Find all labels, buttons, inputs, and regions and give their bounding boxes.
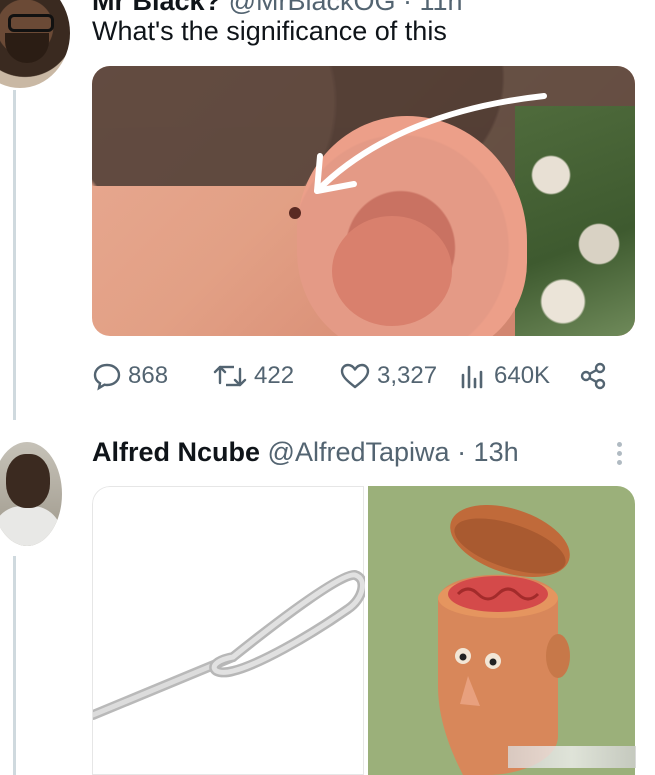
beard-shape bbox=[5, 33, 49, 63]
thread-line bbox=[13, 90, 16, 420]
views-button[interactable]: 640K bbox=[458, 358, 550, 394]
share-button[interactable] bbox=[578, 358, 608, 394]
avatar-alfred-ncube[interactable] bbox=[0, 442, 62, 546]
views-count: 640K bbox=[494, 362, 551, 389]
sim-ejector-pin-icon bbox=[92, 569, 368, 720]
reply-button[interactable]: 868 bbox=[92, 358, 168, 394]
repost-button[interactable]: 422 bbox=[212, 358, 294, 394]
repost-icon bbox=[213, 365, 247, 387]
brain-cartoon-icon bbox=[438, 505, 570, 775]
speech-bubble-icon bbox=[93, 363, 121, 391]
reply-count: 868 bbox=[128, 362, 169, 389]
heart-icon bbox=[340, 363, 370, 389]
tweet2-time[interactable]: · 13h bbox=[457, 437, 519, 467]
tweet1-media-ear-photo[interactable] bbox=[92, 66, 635, 336]
white-arrow-icon bbox=[314, 93, 547, 194]
thread-line-lower bbox=[13, 556, 16, 775]
sim-ejector-pin-image[interactable] bbox=[92, 486, 368, 775]
tweet1-author-name[interactable]: Mr Black? bbox=[92, 0, 221, 16]
face-shape bbox=[6, 454, 50, 508]
tweet1-text: What's the significance of this bbox=[92, 16, 447, 46]
open-head-brain-image[interactable] bbox=[368, 486, 635, 775]
tweet2-header: Alfred Ncube @AlfredTapiwa · 13h bbox=[92, 437, 519, 468]
shirt-shape bbox=[0, 506, 62, 546]
glasses-shape bbox=[8, 14, 54, 32]
tweet2-handle[interactable]: @AlfredTapiwa bbox=[268, 437, 450, 467]
like-button[interactable]: 3,327 bbox=[339, 358, 437, 394]
like-count: 3,327 bbox=[377, 362, 438, 389]
share-icon bbox=[580, 362, 606, 390]
tweet1-action-bar: 868 422 3,327 640K bbox=[92, 358, 612, 394]
repost-count: 422 bbox=[254, 362, 295, 389]
bar-chart-icon bbox=[461, 365, 483, 389]
tweet1-handle[interactable]: @MrBlackOG bbox=[229, 0, 396, 16]
watermark-bar bbox=[508, 746, 636, 768]
tweet2-media-grid bbox=[92, 486, 635, 775]
tweet2-author-name[interactable]: Alfred Ncube bbox=[92, 437, 260, 467]
tweet1-header-cut: Mr Black? @MrBlackOG · 11h bbox=[92, 0, 463, 17]
tweet1-time[interactable]: · 11h bbox=[403, 0, 463, 16]
more-vertical-icon[interactable] bbox=[612, 438, 626, 472]
avatar-mr-black[interactable] bbox=[0, 0, 70, 88]
